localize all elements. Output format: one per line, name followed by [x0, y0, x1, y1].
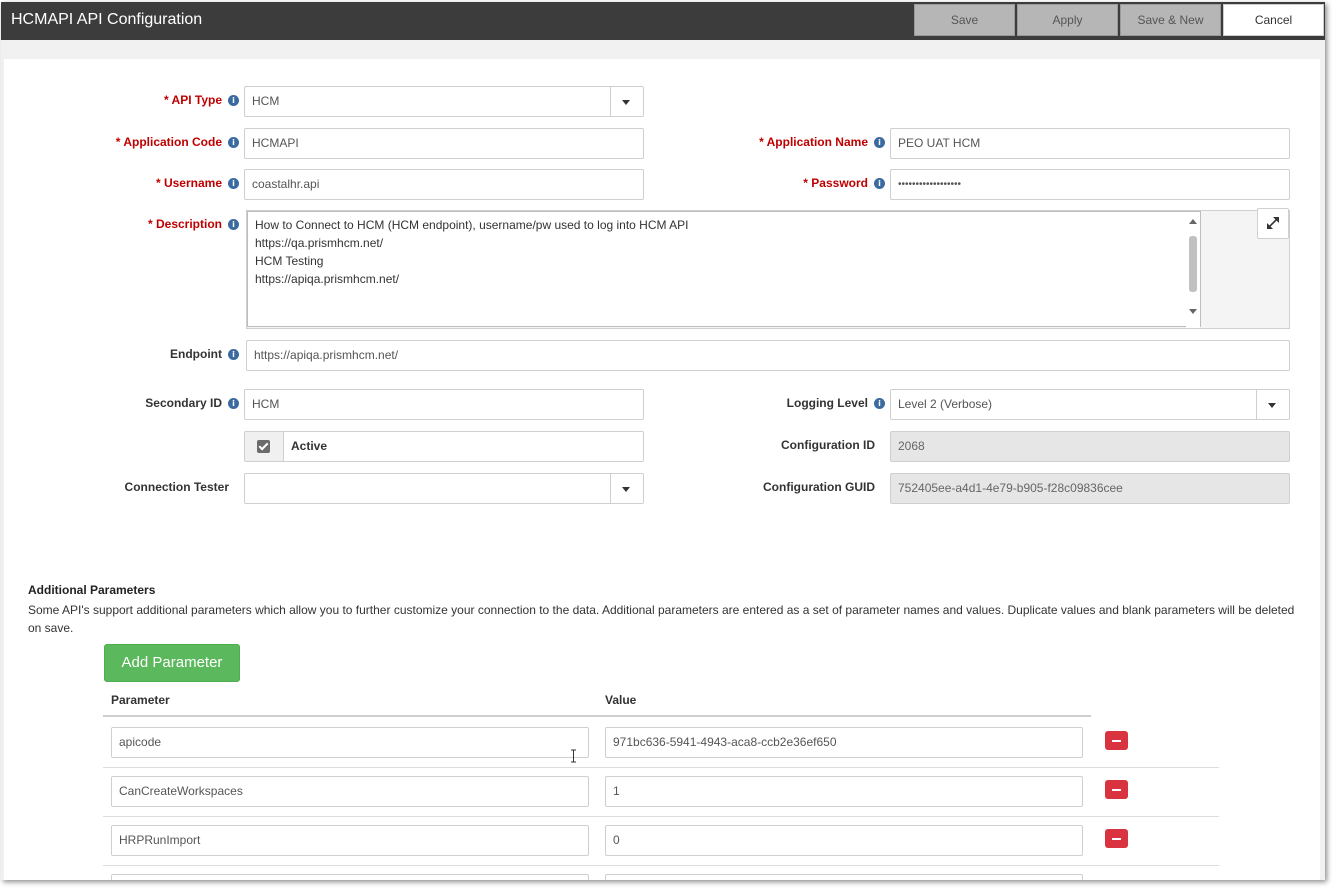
secondary-id-label: Secondary ID i [145, 396, 239, 410]
logging-level-label-text: Logging Level [786, 396, 868, 410]
info-icon[interactable]: i [874, 137, 885, 148]
value-column-header: Value [605, 693, 637, 707]
info-icon[interactable]: i [228, 398, 239, 409]
configuration-id-label: Configuration ID [781, 438, 875, 452]
endpoint-input[interactable]: https://apiqa.prismhcm.net/ [246, 340, 1290, 371]
application-code-input[interactable]: HCMAPI [244, 128, 644, 159]
info-icon[interactable]: i [228, 95, 239, 106]
scrollbar-graphic [1189, 219, 1197, 314]
api-type-value: HCM [252, 94, 280, 108]
config-window: HCMAPI API Configuration Save Apply Save… [1, 2, 1325, 880]
connection-tester-dropdown-button[interactable] [610, 474, 643, 503]
parameter-name-input[interactable]: apicode [111, 727, 589, 758]
api-type-dropdown-button[interactable] [610, 87, 643, 116]
parameter-column-header: Parameter [111, 693, 170, 707]
save-new-button[interactable]: Save & New [1120, 4, 1221, 36]
application-name-input[interactable]: PEO UAT HCM [890, 128, 1290, 159]
save-button[interactable]: Save [914, 4, 1015, 36]
row-divider [103, 767, 1219, 768]
description-line: How to Connect to HCM (HCM endpoint), us… [255, 218, 689, 232]
caret-down-icon [622, 487, 630, 492]
add-parameter-button[interactable]: Add Parameter [104, 644, 240, 682]
description-container: How to Connect to HCM (HCM endpoint), us… [246, 210, 1290, 329]
logging-level-select[interactable]: Level 2 (Verbose) [890, 389, 1290, 420]
window-title: HCMAPI API Configuration [11, 11, 203, 28]
caret-down-icon [1268, 403, 1276, 408]
remove-parameter-button[interactable] [1105, 829, 1128, 848]
caret-down-icon [622, 100, 630, 105]
password-label-text: * Password [803, 176, 868, 190]
active-checkbox[interactable] [245, 432, 284, 461]
username-label: * Username i [156, 176, 239, 190]
secondary-id-input[interactable]: HCM [244, 389, 644, 420]
apply-button[interactable]: Apply [1017, 4, 1118, 36]
remove-parameter-button[interactable] [1105, 731, 1128, 750]
checkmark-icon [257, 440, 270, 453]
parameter-name-input[interactable]: CanCreateWorkspaces [111, 776, 589, 807]
header-divider [103, 715, 1091, 717]
description-line: HCM Testing [255, 254, 324, 268]
parameter-name-input[interactable]: HRPRunImport [111, 825, 589, 856]
description-label-text: * Description [147, 217, 222, 231]
configuration-guid-field: 752405ee-a4d1-4e79-b905-f28c09836cee [890, 473, 1290, 504]
info-icon[interactable]: i [228, 178, 239, 189]
info-icon[interactable]: i [228, 349, 239, 360]
connection-tester-select[interactable] [244, 473, 644, 504]
logging-level-value: Level 2 (Verbose) [898, 397, 993, 411]
endpoint-label-text: Endpoint [170, 347, 222, 361]
additional-parameters-title: Additional Parameters [28, 583, 156, 597]
logging-level-label: Logging Level i [787, 396, 885, 410]
info-icon[interactable]: i [228, 219, 239, 230]
password-input[interactable]: •••••••••••••••••• [890, 169, 1290, 200]
scroll-thumb [1189, 236, 1197, 292]
logging-level-dropdown-button[interactable] [1256, 390, 1289, 419]
username-label-text: * Username [155, 176, 222, 190]
active-label: Active [291, 439, 328, 453]
api-type-select[interactable]: HCM [244, 86, 644, 117]
parameter-value-input[interactable]: 1 [605, 776, 1083, 807]
endpoint-label: Endpoint i [170, 347, 239, 361]
description-line: https://apiqa.prismhcm.net/ [255, 272, 400, 286]
cancel-button[interactable]: Cancel [1223, 4, 1324, 36]
row-divider [103, 816, 1219, 817]
application-code-label-text: * Application Code [115, 135, 222, 149]
configuration-id-field: 2068 [890, 431, 1290, 462]
api-type-label: * API Type i [164, 93, 239, 107]
form-panel: * API Type i HCM * Application Code i HCMA… [4, 59, 1320, 880]
parameter-value-input[interactable]: 0 [605, 825, 1083, 856]
body-area: * API Type i HCM * Application Code i HCMA… [1, 40, 1325, 880]
expand-icon [1267, 217, 1279, 229]
password-label: * Password i [803, 176, 885, 190]
active-checkbox-group: Active [244, 431, 644, 462]
info-icon[interactable]: i [874, 398, 885, 409]
info-icon[interactable]: i [874, 178, 885, 189]
configuration-guid-label: Configuration GUID [763, 480, 875, 494]
username-input[interactable]: coastalhr.api [244, 169, 644, 200]
description-textarea[interactable]: How to Connect to HCM (HCM endpoint), us… [247, 211, 1201, 328]
title-bar: HCMAPI API Configuration Save Apply Save… [1, 2, 1325, 40]
text-cursor-icon [571, 749, 576, 763]
row-divider [103, 865, 1219, 866]
application-code-label: * Application Code i [116, 135, 239, 149]
application-name-label: * Application Name i [759, 135, 885, 149]
parameter-value-input[interactable]: 971bc636-5941-4943-aca8-ccb2e36ef650 [605, 727, 1083, 758]
scroll-down-icon [1189, 309, 1197, 314]
description-scrollbar[interactable] [1186, 212, 1200, 328]
secondary-id-label-text: Secondary ID [145, 396, 222, 410]
api-type-label-text: * API Type [163, 93, 222, 107]
parameter-name-input[interactable] [111, 874, 589, 880]
scroll-up-icon [1189, 219, 1197, 224]
remove-parameter-button[interactable] [1105, 780, 1128, 799]
description-label: * Description i [148, 217, 239, 231]
info-icon[interactable]: i [228, 137, 239, 148]
additional-parameters-description: Some API's support additional parameters… [28, 603, 1295, 635]
expand-button[interactable] [1257, 208, 1289, 239]
parameter-value-input[interactable] [605, 874, 1083, 880]
application-name-label-text: * Application Name [759, 135, 868, 149]
description-line: https://qa.prismhcm.net/ [255, 236, 384, 250]
connection-tester-label: Connection Tester [124, 480, 229, 494]
